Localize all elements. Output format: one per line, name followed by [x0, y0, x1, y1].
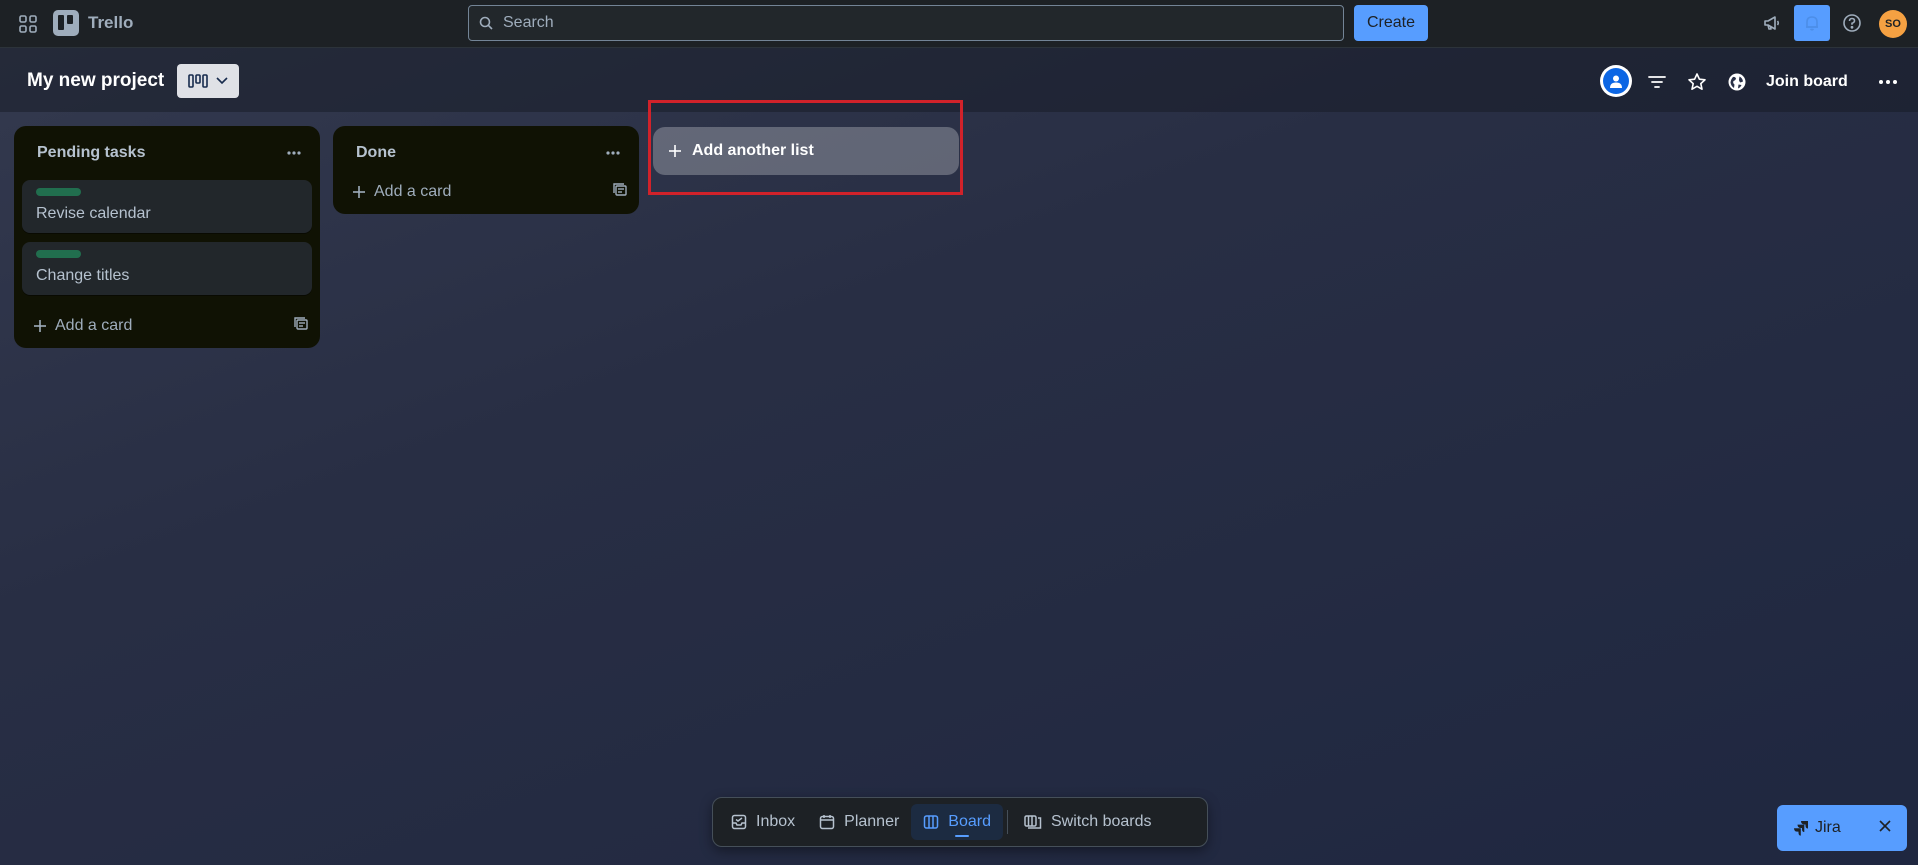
notifications-button[interactable] — [1794, 5, 1830, 41]
app-switcher-icon[interactable] — [16, 12, 40, 36]
jira-label: Jira — [1815, 819, 1841, 836]
calendar-icon — [819, 815, 835, 830]
card-title: Change titles — [36, 267, 130, 284]
card-title: Revise calendar — [36, 205, 151, 222]
globe-icon[interactable] — [1722, 67, 1752, 97]
board-title[interactable]: My new project — [27, 70, 164, 92]
jira-icon — [1794, 821, 1808, 836]
nav-planner[interactable]: Planner — [807, 804, 911, 840]
board-view-icon — [188, 74, 208, 88]
more-options-icon[interactable] — [1873, 67, 1903, 97]
list-header: Pending tasks — [14, 126, 320, 180]
board-icon — [924, 815, 939, 829]
add-card-button[interactable]: Add a card — [352, 183, 451, 201]
board-view-switcher[interactable] — [177, 64, 239, 98]
plus-icon — [353, 186, 365, 198]
list-menu-icon[interactable] — [280, 139, 308, 167]
add-card-row: Add a card — [333, 170, 639, 214]
chevron-down-icon — [216, 77, 228, 85]
trello-logo-icon — [53, 10, 79, 36]
create-button[interactable]: Create — [1354, 5, 1428, 41]
nav-switch-boards[interactable]: Switch boards — [1012, 804, 1164, 840]
close-icon[interactable] — [1879, 819, 1891, 837]
plus-icon — [34, 320, 46, 332]
trello-logo[interactable]: Trello — [53, 10, 133, 36]
search-input[interactable] — [501, 13, 1325, 33]
person-icon — [1603, 68, 1629, 94]
app-name: Trello — [88, 13, 134, 32]
help-icon[interactable] — [1838, 9, 1866, 37]
highlight-annotation-box — [648, 100, 963, 195]
card-label-green[interactable] — [36, 250, 81, 258]
card-label-green[interactable] — [36, 188, 81, 196]
switch-boards-icon — [1024, 815, 1042, 829]
join-board-button[interactable]: Join board — [1766, 67, 1848, 97]
star-icon[interactable] — [1682, 67, 1712, 97]
search-icon — [479, 16, 493, 30]
list-menu-icon[interactable] — [599, 139, 627, 167]
board-member-avatar[interactable] — [1600, 65, 1632, 97]
top-navigation-bar: Trello Create SO — [0, 0, 1918, 48]
create-from-template-icon[interactable] — [613, 182, 627, 202]
nav-inbox[interactable]: Inbox — [719, 804, 807, 840]
list-pending-tasks: Pending tasks Revise calendar Change tit… — [14, 126, 320, 348]
nav-divider — [1007, 810, 1008, 834]
jira-promo[interactable]: Jira — [1777, 805, 1907, 851]
bottom-navigation: Inbox Planner Board Switch boards — [712, 797, 1208, 847]
card[interactable]: Revise calendar — [22, 180, 312, 233]
list-title[interactable]: Pending tasks — [37, 144, 145, 162]
nav-switch-boards-label: Switch boards — [1051, 813, 1152, 830]
list-title[interactable]: Done — [356, 144, 396, 162]
nav-inbox-label: Inbox — [756, 813, 796, 830]
inbox-icon — [731, 814, 747, 830]
nav-board[interactable]: Board — [911, 804, 1003, 840]
nav-planner-label: Planner — [844, 813, 900, 830]
add-card-label: Add a card — [55, 317, 133, 334]
nav-board-label: Board — [948, 813, 991, 830]
add-card-row: Add a card — [14, 304, 320, 348]
search-box[interactable] — [468, 5, 1344, 41]
card[interactable]: Change titles — [22, 242, 312, 295]
add-card-button[interactable]: Add a card — [33, 317, 132, 335]
user-avatar[interactable]: SO — [1879, 10, 1907, 38]
bell-icon — [1806, 16, 1818, 31]
create-from-template-icon[interactable] — [294, 316, 308, 336]
megaphone-icon[interactable] — [1758, 9, 1786, 37]
add-card-label: Add a card — [374, 183, 452, 200]
filter-icon[interactable] — [1642, 67, 1672, 97]
list-done: Done Add a card — [333, 126, 639, 214]
